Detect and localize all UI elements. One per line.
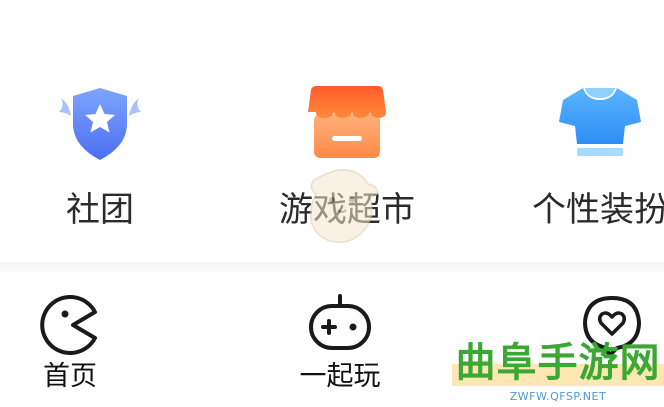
site-watermark: 曲阜手游网 ZWFW.QFSP.NET — [452, 338, 664, 407]
pacman-icon — [40, 295, 97, 355]
store-awning-icon — [308, 86, 386, 158]
tab-label: 一起玩 — [299, 361, 381, 392]
tab-home[interactable]: 首页 — [0, 272, 150, 407]
gamepad-icon — [309, 294, 371, 350]
app-screen: 社团 游戏超市 — [0, 0, 664, 407]
feature-grid: 社团 游戏超市 — [0, 0, 664, 262]
shield-star-icon — [59, 88, 141, 160]
tab-play-together[interactable]: 一起玩 — [260, 272, 420, 407]
tshirt-icon — [559, 88, 641, 156]
watermark-url: ZWFW.QFSP.NET — [509, 390, 607, 403]
mascot-watermark-image — [309, 169, 379, 243]
feature-club[interactable]: 社团 — [0, 0, 200, 262]
feature-label: 社团 — [66, 190, 134, 230]
section-divider — [0, 262, 664, 272]
tab-label: 首页 — [43, 361, 97, 392]
feature-dress-up[interactable]: 个性装扮 — [500, 0, 664, 262]
watermark-title: 曲阜手游网 — [455, 339, 661, 386]
feature-label: 个性装扮 — [532, 190, 664, 230]
